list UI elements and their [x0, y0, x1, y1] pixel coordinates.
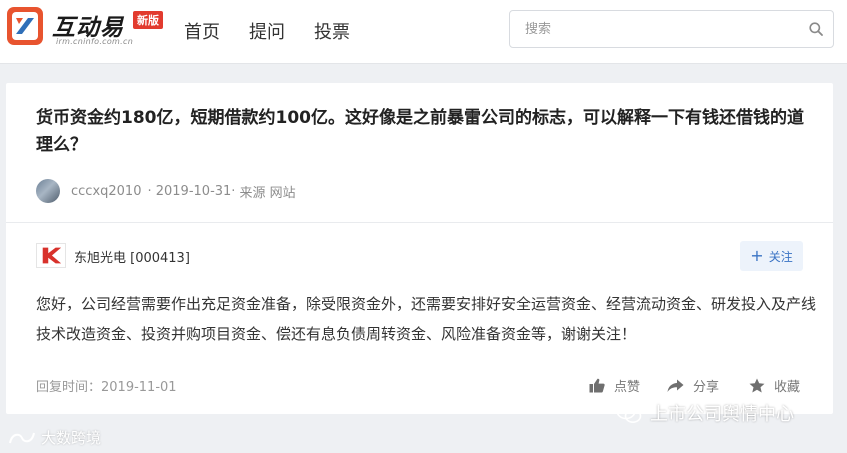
favorite-label: 收藏	[774, 380, 801, 395]
nav-home[interactable]: 首页	[184, 18, 220, 44]
like-button[interactable]: 点赞	[589, 376, 640, 395]
top-header: 互动易 新版 irm.cninfo.com.cn 首页 提问 投票	[0, 0, 847, 64]
follow-label: 关注	[768, 249, 793, 264]
question-date: · 2019-10-31·	[147, 183, 236, 199]
answer-text: 您好，公司经营需要作出充足资金准备，除受限资金外，还需要安排好安全运营资金、经营…	[36, 295, 817, 343]
question-source: 来源 网站	[239, 185, 296, 201]
watermark-right-text: 上市公司舆情中心	[650, 404, 794, 425]
plus-icon: +	[750, 246, 764, 265]
watermark-left: 大数跨境	[8, 427, 101, 448]
search-input[interactable]	[511, 12, 801, 46]
share-icon	[667, 379, 684, 392]
question-meta: cccxq2010 · 2019-10-31· 来源 网站	[36, 179, 296, 203]
share-button[interactable]: 分享	[667, 376, 719, 395]
avatar[interactable]	[36, 179, 60, 203]
star-icon	[749, 378, 765, 393]
thumbs-up-icon	[589, 378, 605, 393]
like-label: 点赞	[614, 380, 641, 395]
wechat-icon	[616, 402, 642, 423]
qa-card: 货币资金约180亿，短期借款约100亿。这好像是之前暴雷公司的标志，可以解释一下…	[6, 83, 833, 414]
divider	[6, 222, 833, 223]
search-icon[interactable]	[809, 22, 823, 36]
favorite-button[interactable]: 收藏	[749, 376, 800, 395]
search-box	[509, 10, 834, 48]
watermark-left-text: 大数跨境	[41, 429, 102, 447]
company-name[interactable]: 东旭光电 [000413]	[74, 247, 190, 266]
logo-icon[interactable]	[6, 6, 44, 46]
logo-url: irm.cninfo.com.cn	[56, 37, 134, 46]
watermark-right: 上市公司舆情中心	[616, 400, 794, 426]
author-name[interactable]: cccxq2010	[71, 184, 141, 199]
follow-button[interactable]: + 关注	[740, 241, 803, 271]
question-title[interactable]: 货币资金约180亿，短期借款约100亿。这好像是之前暴雷公司的标志，可以解释一下…	[36, 105, 811, 159]
brand-mark-icon	[9, 432, 35, 443]
nav-ask[interactable]: 提问	[249, 18, 285, 44]
reply-time: 回复时间：2019-11-01	[36, 380, 177, 395]
nav-vote[interactable]: 投票	[314, 18, 350, 44]
new-version-badge: 新版	[133, 11, 163, 29]
share-label: 分享	[693, 380, 720, 395]
company-logo-icon[interactable]	[36, 243, 66, 268]
